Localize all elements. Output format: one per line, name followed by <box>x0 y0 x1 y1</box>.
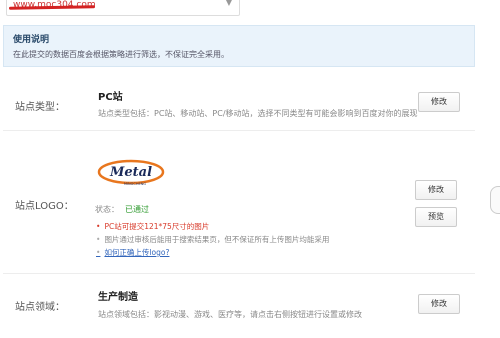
side-scroll-handle[interactable] <box>490 186 500 214</box>
site-type-value: PC站 <box>98 92 123 103</box>
site-domain-label: 站点领域： <box>15 302 65 313</box>
site-logo-label: 站点LOGO： <box>15 201 74 212</box>
site-logo-image: Metal MINGCHENG <box>97 159 165 186</box>
logo-subtext: MINGCHENG <box>124 182 146 186</box>
edit-type-button[interactable]: 修改 <box>418 92 460 112</box>
edit-domain-button[interactable]: 修改 <box>418 294 460 314</box>
site-domain-value: 生产制造 <box>98 292 138 303</box>
site-select[interactable]: www.moc304.com ▼ <box>6 0 240 16</box>
logo-help-link[interactable]: 如何正确上传logo? <box>96 247 329 260</box>
site-domain-desc: 站点领域包括：影视动漫、游戏、医疗等，请点击右侧按钮进行设置或修改 <box>98 310 362 319</box>
chevron-down-icon[interactable]: ▼ <box>226 0 232 7</box>
list-item: 图片通过审核后能用于搜索结果页，但不保证所有上传图片均能采用 <box>96 234 329 247</box>
list-item: PC站可提交121*75尺寸的图片 <box>96 221 329 234</box>
status-value: 已通过 <box>125 205 149 214</box>
notice-text: 在此提交的数据百度会根据策略进行筛选，不保证完全采用。 <box>13 50 229 59</box>
logo-status: 状态： 已通过 <box>95 204 149 215</box>
row-site-type: 站点类型： PC站 站点类型包括：PC站、移动站、PC/移动站，选择不同类型有可… <box>3 72 475 131</box>
site-type-label: 站点类型： <box>15 102 65 113</box>
logo-rules-list: PC站可提交121*75尺寸的图片 图片通过审核后能用于搜索结果页，但不保证所有… <box>96 221 329 260</box>
preview-logo-button[interactable]: 预览 <box>415 207 457 227</box>
site-type-desc: 站点类型包括：PC站、移动站、PC/移动站，选择不同类型有可能会影响到百度对你的… <box>98 109 418 118</box>
row-site-domain: 站点领域： 生产制造 站点领域包括：影视动漫、游戏、医疗等，请点击右侧按钮进行设… <box>3 274 475 330</box>
status-label: 状态： <box>95 205 119 214</box>
usage-notice: 使用说明 在此提交的数据百度会根据策略进行筛选，不保证完全采用。 <box>3 25 475 67</box>
notice-title: 使用说明 <box>13 35 50 45</box>
edit-logo-button[interactable]: 修改 <box>415 180 457 200</box>
logo-wordmark: Metal <box>109 165 152 180</box>
